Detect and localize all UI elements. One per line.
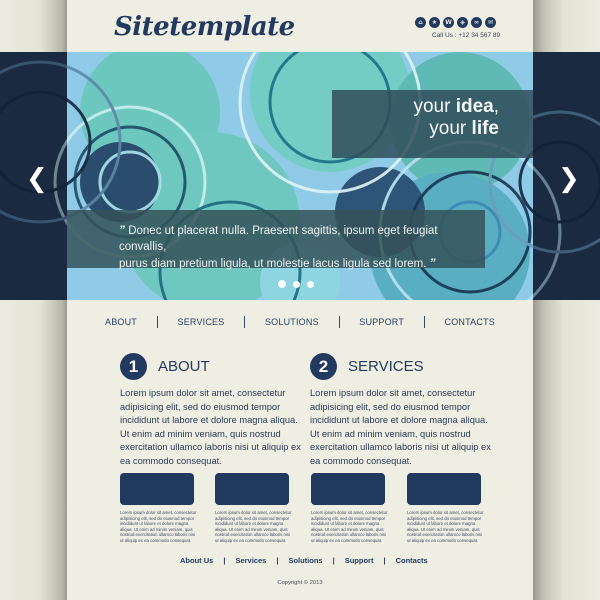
copyright-text: Copyright © 2013 [277,580,323,586]
slider-dot-3[interactable] [307,280,314,288]
card-text: Lorem ipsum dolor sit amet, consectetur … [120,510,197,543]
mail-icon[interactable]: ✉ [485,17,496,28]
hero-slider: your idea, your life ” Donec ut placerat… [0,52,600,300]
feature-card: Lorem ipsum dolor sit amet, consectetur … [407,473,483,544]
hero-quote: ” Donec ut placerat nulla. Praesent sagi… [67,210,485,270]
footer-link-solutions[interactable]: Solutions [288,556,322,565]
nav-item-solutions[interactable]: SOLUTIONS [265,317,319,327]
hero-headline: your idea, your life [332,90,533,158]
footer-nav: About Us | Services | Solutions | Suppor… [180,556,428,565]
nav-item-support[interactable]: SUPPORT [359,317,404,327]
section-heading: 1 ABOUT [120,353,305,380]
feature-card: Lorem ipsum dolor sit amet, consectetur … [215,473,291,544]
quote-open-mark: ” [119,223,125,237]
star-icon[interactable]: ★ [429,17,440,28]
nav-divider [156,316,158,328]
section-text: Lorem ipsum dolor sit amet, consectetur … [120,388,301,466]
section-text: Lorem ipsum dolor sit amet, consectetur … [310,388,491,466]
number-badge: 2 [310,353,337,380]
feature-card: Lorem ipsum dolor sit amet, consectetur … [120,473,196,544]
nav-item-about[interactable]: ABOUT [105,317,137,327]
nav-divider [423,316,425,328]
home-icon[interactable]: ⌂ [415,17,426,28]
site-logo[interactable]: Sitetemplate [114,12,295,42]
quote-close-mark: ” [429,256,436,270]
footer-divider: | [223,556,226,565]
card-text: Lorem ipsum dolor sit amet, consectetur … [215,510,292,543]
card-text: Lorem ipsum dolor sit amet, consectetur … [311,510,388,543]
footer-divider: | [332,556,335,565]
slider-prev-arrow-icon[interactable]: ❮ [26,164,48,194]
slider-dots [278,280,314,288]
card-image-placeholder[interactable] [311,473,385,505]
services-section: 2 SERVICES Lorem ipsum dolor sit amet, c… [310,353,495,468]
social-icons: ⌂ ★ W ◈ ∞ ✉ [415,17,496,28]
share-icon[interactable]: ◈ [457,17,468,28]
call-us-text: Call Us : +12 34 567 89 [432,32,501,39]
footer-divider: | [383,556,386,565]
headline-line-2: your life [429,118,499,139]
card-image-placeholder[interactable] [215,473,289,505]
about-section: 1 ABOUT Lorem ipsum dolor sit amet, cons… [120,353,305,468]
card-image-placeholder[interactable] [407,473,481,505]
feature-card: Lorem ipsum dolor sit amet, consectetur … [311,473,387,544]
headline-line-1: your idea, [413,96,499,117]
nav-divider [338,316,340,328]
number-badge: 1 [120,353,147,380]
section-title: SERVICES [348,358,424,375]
card-text: Lorem ipsum dolor sit amet, consectetur … [407,510,484,543]
footer-link-support[interactable]: Support [345,556,374,565]
section-title: ABOUT [158,358,210,375]
slider-dot-2[interactable] [293,280,300,288]
main-nav: ABOUT SERVICES SOLUTIONS SUPPORT CONTACT… [105,312,495,332]
section-heading: 2 SERVICES [310,353,495,380]
nav-item-contacts[interactable]: CONTACTS [445,317,495,327]
quote-line-2: purus diam pretium ligula, ut molestie l… [119,256,436,270]
card-image-placeholder[interactable] [120,473,194,505]
nav-divider [244,316,246,328]
footer-link-about-us[interactable]: About Us [180,556,213,565]
footer-divider: | [276,556,279,565]
footer-link-contacts[interactable]: Contacts [396,556,428,565]
slider-next-arrow-icon[interactable]: ❯ [558,164,580,194]
w-icon[interactable]: W [443,17,454,28]
footer-link-services[interactable]: Services [235,556,266,565]
slider-dot-1[interactable] [278,280,286,288]
link-icon[interactable]: ∞ [471,17,482,28]
nav-item-services[interactable]: SERVICES [178,317,225,327]
quote-line-1: ” Donec ut placerat nulla. Praesent sagi… [119,223,438,253]
